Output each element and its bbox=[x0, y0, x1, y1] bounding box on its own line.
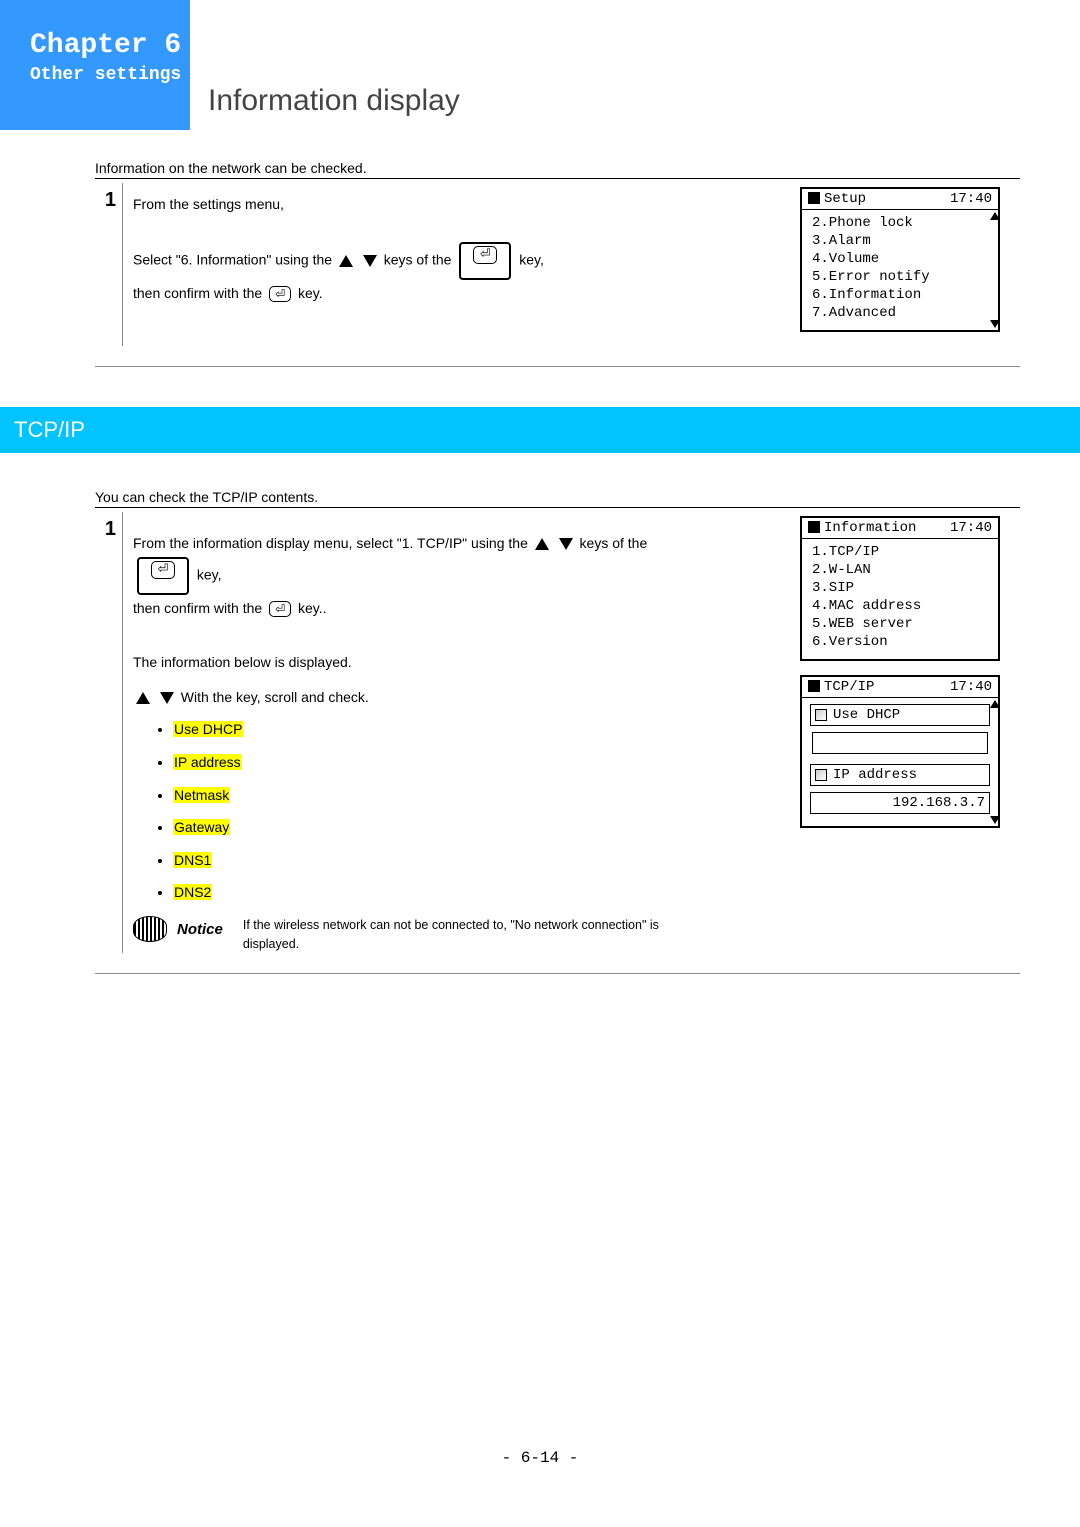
scroll-down-icon bbox=[990, 320, 1000, 328]
screen-title: Setup bbox=[824, 191, 866, 207]
step-body: From the settings menu, Select "6. Infor… bbox=[123, 183, 800, 346]
ip-address-value: 192.168.3.7 bbox=[810, 792, 990, 814]
chapter-header: Chapter 6 Other settings bbox=[0, 0, 190, 130]
step-number: 1 bbox=[95, 183, 123, 346]
tcpip-field-item: IP address bbox=[173, 749, 786, 776]
tcpip-step-row: 1 From the information display menu, sel… bbox=[95, 512, 1020, 974]
chapter-number: Chapter 6 bbox=[30, 30, 190, 61]
use-dhcp-row: Use DHCP bbox=[810, 704, 990, 726]
screen-menu-item: 5.WEB server bbox=[812, 615, 988, 633]
tcpip-line-a: From the information display menu, selec… bbox=[133, 530, 786, 557]
screen-menu-item: 2.Phone lock bbox=[812, 214, 988, 232]
dpad-key-icon bbox=[459, 242, 511, 280]
page-footer: - 6-14 - bbox=[0, 1449, 1080, 1467]
screen-menu-item: 1.TCP/IP bbox=[812, 543, 988, 561]
step-number: 1 bbox=[95, 512, 123, 953]
display-line: The information below is displayed. bbox=[133, 649, 786, 676]
screen-title: TCP/IP bbox=[824, 679, 874, 695]
tcpip-field-item: Gateway bbox=[173, 814, 786, 841]
tcpip-field-item: DNS2 bbox=[173, 879, 786, 906]
step-line-a: From the settings menu, bbox=[133, 191, 786, 218]
screen-menu-item: 2.W-LAN bbox=[812, 561, 988, 579]
step-line-c: then confirm with the ⏎ key. bbox=[133, 280, 786, 307]
down-arrow-icon bbox=[363, 255, 377, 267]
screen-menu-item: 3.Alarm bbox=[812, 232, 988, 250]
notice-label: Notice bbox=[177, 916, 223, 945]
setup-screen: Setup 17:40 2.Phone lock3.Alarm4.Volume5… bbox=[800, 187, 1000, 332]
information-screen: Information 17:40 1.TCP/IP2.W-LAN3.SIP4.… bbox=[800, 516, 1000, 661]
tcpip-field-item: Netmask bbox=[173, 782, 786, 809]
tcpip-screen: TCP/IP 17:40 Use DHCP IP address 19 bbox=[800, 675, 1000, 828]
screen-time: 17:40 bbox=[950, 520, 992, 536]
enter-key-icon: ⏎ bbox=[269, 286, 291, 302]
tcpip-line-c: then confirm with the ⏎ key.. bbox=[133, 595, 786, 622]
dhcp-value-box bbox=[812, 732, 988, 754]
step-line-b: Select "6. Information" using the keys o… bbox=[133, 242, 786, 280]
notice-icon bbox=[133, 916, 167, 942]
up-arrow-icon bbox=[535, 538, 549, 550]
page-title: Information display bbox=[208, 84, 460, 118]
checkbox-icon bbox=[815, 769, 827, 781]
screen-menu-item: 4.Volume bbox=[812, 250, 988, 268]
tcpip-section-bar: TCP/IP bbox=[0, 407, 1080, 453]
up-arrow-icon bbox=[136, 692, 150, 704]
checkbox-icon bbox=[815, 709, 827, 721]
scroll-up-icon bbox=[990, 212, 1000, 220]
notice-text: If the wireless network can not be conne… bbox=[243, 916, 673, 954]
tcpip-fields-list: Use DHCP IP address Netmask Gateway DNS1 DNS2 bbox=[173, 716, 786, 906]
ip-address-row: IP address bbox=[810, 764, 990, 786]
step-1-row: 1 From the settings menu, Select "6. Inf… bbox=[95, 183, 1020, 367]
enter-key-icon: ⏎ bbox=[269, 601, 291, 617]
scroll-down-icon bbox=[990, 816, 1000, 824]
tcpip-field-item: Use DHCP bbox=[173, 716, 786, 743]
tcpip-field-item: DNS1 bbox=[173, 847, 786, 874]
scroll-up-icon bbox=[990, 700, 1000, 708]
screen-menu-item: 6.Version bbox=[812, 633, 988, 651]
screen-menu-item: 4.MAC address bbox=[812, 597, 988, 615]
screen-time: 17:40 bbox=[950, 679, 992, 695]
down-arrow-icon bbox=[160, 692, 174, 704]
screen-menu-item: 5.Error notify bbox=[812, 268, 988, 286]
down-arrow-icon bbox=[559, 538, 573, 550]
screen-menu-item: 3.SIP bbox=[812, 579, 988, 597]
tcpip-line-b: key, bbox=[133, 557, 786, 595]
tcpip-step-body: From the information display menu, selec… bbox=[123, 512, 800, 953]
screen-time: 17:40 bbox=[950, 191, 992, 207]
scroll-line: With the key, scroll and check. bbox=[133, 684, 786, 711]
screen-title: Information bbox=[824, 520, 916, 536]
up-arrow-icon bbox=[339, 255, 353, 267]
screen-menu-item: 6.Information bbox=[812, 286, 988, 304]
dpad-key-icon bbox=[137, 557, 189, 595]
notice-row: Notice If the wireless network can not b… bbox=[133, 916, 786, 954]
tcpip-intro: You can check the TCP/IP contents. bbox=[95, 489, 1020, 508]
screen-menu-item: 7.Advanced bbox=[812, 304, 988, 322]
chapter-subtitle: Other settings bbox=[30, 65, 190, 85]
section-intro: Information on the network can be checke… bbox=[95, 160, 1020, 179]
